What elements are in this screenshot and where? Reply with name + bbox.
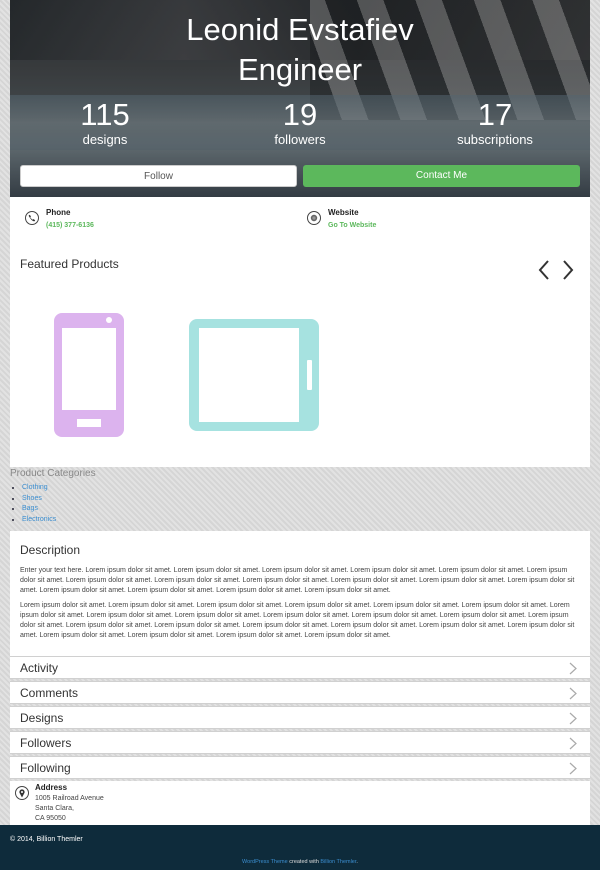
section-label: Activity <box>20 661 59 675</box>
description-section: Description Enter your text here. Lorem … <box>10 531 590 656</box>
profile-page: Leonid Evstafiev Engineer 115 designs 19… <box>10 0 590 825</box>
address-section: Address 1005 Railroad Avenue Santa Clara… <box>10 781 590 825</box>
chevron-right-icon <box>569 687 577 700</box>
section-label: Designs <box>20 711 64 725</box>
stat-subscriptions: 17 subscriptions <box>400 98 590 148</box>
chevron-right-icon <box>569 737 577 750</box>
address-line: Santa Clara, <box>35 805 74 812</box>
billion-themler-link[interactable]: Billion Themler <box>320 859 356 865</box>
section-activity[interactable]: Activity <box>10 656 590 679</box>
credit-text: created with <box>287 859 321 865</box>
chevron-right-icon <box>569 662 577 675</box>
stat-value: 19 <box>282 97 318 132</box>
chevron-right-icon <box>569 712 577 725</box>
stat-followers: 19 followers <box>205 98 395 148</box>
category-link[interactable]: Bags <box>22 504 590 515</box>
section-designs[interactable]: Designs <box>10 706 590 729</box>
profile-hero: Leonid Evstafiev Engineer 115 designs 19… <box>10 0 590 197</box>
site-footer: © 2014, Billion Themler WordPress Theme … <box>0 825 600 870</box>
profile-role: Engineer <box>237 52 363 87</box>
section-label: Following <box>20 761 71 775</box>
profile-name: Leonid Evstafiev <box>186 12 414 47</box>
stat-label: followers <box>274 132 326 147</box>
contact-me-button[interactable]: Contact Me <box>303 165 580 187</box>
product-categories: Product Categories Clothing Shoes Bags E… <box>10 467 590 531</box>
website-title: Website <box>328 208 359 217</box>
address-title: Address <box>35 783 68 792</box>
credit-end: . <box>356 859 358 865</box>
categories-title: Product Categories <box>10 468 96 479</box>
stat-label: subscriptions <box>457 132 533 147</box>
description-title: Description <box>20 543 81 557</box>
smartphone-icon[interactable] <box>53 312 125 438</box>
map-pin-icon <box>15 786 29 800</box>
chevron-right-icon <box>569 762 577 775</box>
carousel-prev-icon[interactable] <box>537 259 551 281</box>
section-followers[interactable]: Followers <box>10 731 590 754</box>
stat-label: designs <box>82 132 128 147</box>
wordpress-theme-link[interactable]: WordPress Theme <box>242 859 288 865</box>
phone-number[interactable]: (415) 377-6136 <box>46 222 94 229</box>
stat-value: 17 <box>477 97 513 132</box>
section-comments[interactable]: Comments <box>10 681 590 704</box>
address-line: 1005 Railroad Avenue <box>35 795 104 802</box>
address-line: CA 95050 <box>35 815 66 822</box>
website-link[interactable]: Go To Website <box>328 222 376 229</box>
description-paragraph: Lorem ipsum dolor sit amet. Lorem ipsum … <box>20 602 575 639</box>
contact-info: Phone (415) 377-6136 Website Go To Websi… <box>10 197 590 237</box>
featured-title: Featured Products <box>20 257 119 271</box>
description-paragraph: Enter your text here. Lorem ipsum dolor … <box>20 567 575 594</box>
phone-title: Phone <box>46 208 71 217</box>
category-link[interactable]: Shoes <box>22 494 590 505</box>
tablet-icon[interactable] <box>188 318 320 432</box>
copyright-text: © 2014, Billion Themler <box>10 836 83 843</box>
footer-credit: WordPress Theme created with Billion The… <box>0 859 600 865</box>
section-label: Comments <box>20 686 79 700</box>
category-link[interactable]: Clothing <box>22 483 590 494</box>
featured-products: Featured Products <box>10 237 590 467</box>
phone-icon <box>25 211 39 225</box>
follow-button[interactable]: Follow <box>20 165 297 187</box>
section-following[interactable]: Following <box>10 756 590 779</box>
section-label: Followers <box>20 736 72 750</box>
stat-value: 115 <box>80 97 130 132</box>
category-link[interactable]: Electronics <box>22 515 590 526</box>
carousel-next-icon[interactable] <box>561 259 575 281</box>
stat-designs: 115 designs <box>10 98 200 148</box>
globe-icon <box>307 211 321 225</box>
categories-list: Clothing Shoes Bags Electronics <box>10 483 590 525</box>
